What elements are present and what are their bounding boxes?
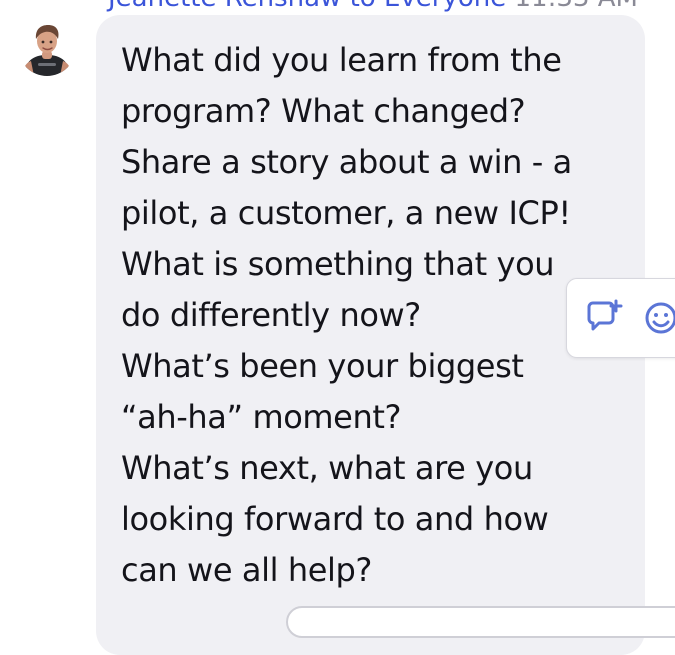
profile-photo xyxy=(18,18,76,76)
add-reaction-icon xyxy=(645,302,675,334)
message-line: What’s next, what are you xyxy=(121,449,533,487)
message-line: program? What changed? xyxy=(121,92,526,130)
message-actions-toolbar xyxy=(566,278,675,358)
reply-in-thread-button[interactable] xyxy=(583,297,625,339)
message-text: What did you learn from the program? Wha… xyxy=(121,35,621,596)
recipient-name[interactable]: Everyone xyxy=(384,0,506,13)
message-line: What did you learn from the xyxy=(121,41,562,79)
next-message-edge xyxy=(286,606,675,638)
message-time: 11:33 AM xyxy=(515,0,638,13)
message-line: Share a story about a win - a xyxy=(121,143,572,181)
recipient-prefix: to xyxy=(350,0,376,13)
sender-name[interactable]: Jeanette Renshaw xyxy=(108,0,341,13)
reply-in-thread-icon xyxy=(587,299,623,331)
message-line: do differently now? xyxy=(121,296,421,334)
avatar[interactable] xyxy=(18,18,76,76)
message-line: can we all help? xyxy=(121,551,373,589)
message-line: What is something that you xyxy=(121,245,555,283)
message-line: pilot, a customer, a new ICP! xyxy=(121,194,571,232)
message-line: What’s been your biggest xyxy=(121,347,524,385)
add-reaction-button[interactable] xyxy=(643,297,675,339)
message-header: Jeanette Renshaw to Everyone 11:33 AM xyxy=(108,0,638,13)
message-line: looking forward to and how xyxy=(121,500,549,538)
message-line: “ah-ha” moment? xyxy=(121,398,402,436)
